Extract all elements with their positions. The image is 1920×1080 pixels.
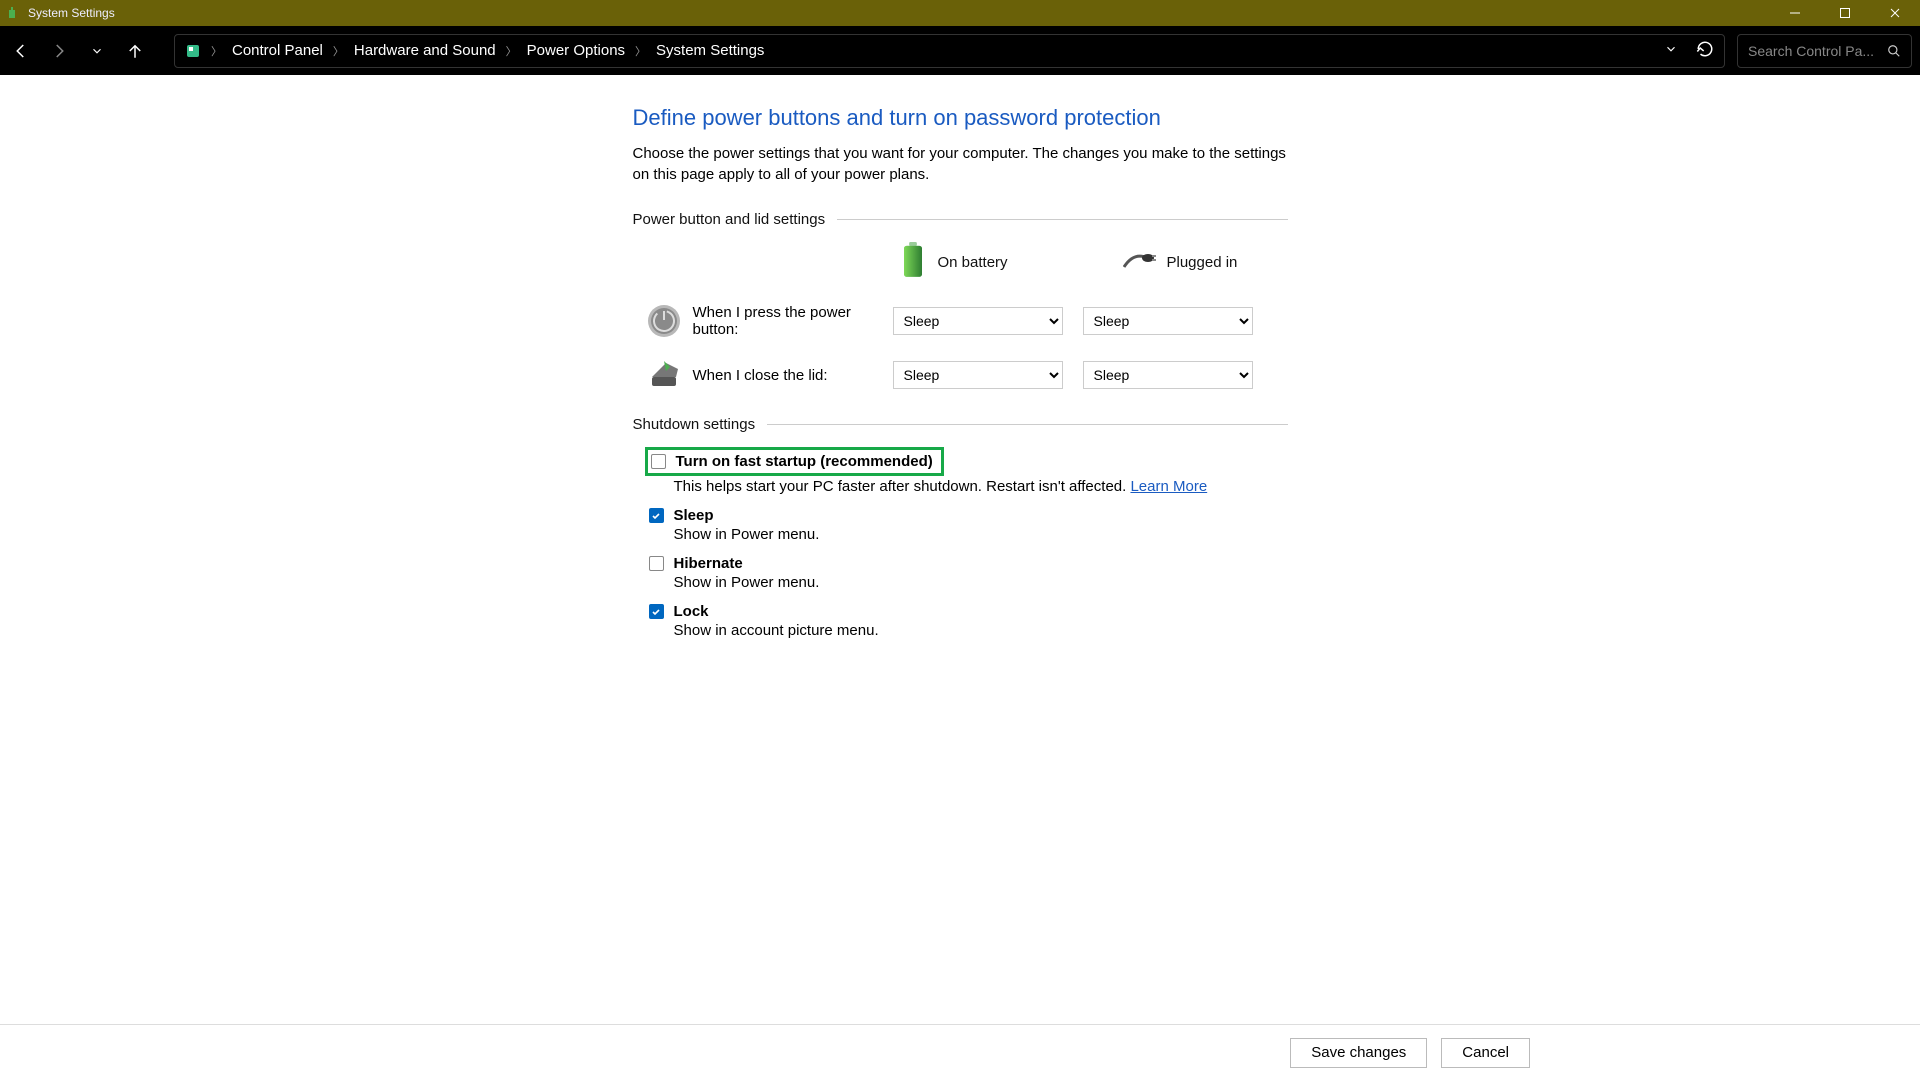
column-plugged-in: Plugged in: [1123, 249, 1288, 275]
lid-icon: [645, 356, 683, 394]
page-description: Choose the power settings that you want …: [633, 143, 1288, 185]
app-icon: [6, 6, 20, 20]
sleep-desc: Show in Power menu.: [674, 526, 1288, 543]
column-label: On battery: [938, 254, 1008, 271]
breadcrumb-item[interactable]: Control Panel: [232, 42, 323, 59]
address-bar[interactable]: 〉 Control Panel 〉 Hardware and Sound 〉 P…: [174, 34, 1725, 68]
section-power-lid: Power button and lid settings: [633, 211, 1288, 228]
column-label: Plugged in: [1167, 254, 1238, 271]
column-on-battery: On battery: [898, 242, 1063, 282]
page-title: Define power buttons and turn on passwor…: [633, 105, 1288, 131]
section-shutdown: Shutdown settings: [633, 416, 1288, 433]
column-headers: On battery Plugged in: [898, 242, 1288, 282]
chevron-right-icon: 〉: [211, 43, 222, 59]
search-input[interactable]: Search Control Pa...: [1737, 34, 1912, 68]
checkbox-label: Hibernate: [674, 555, 743, 572]
checkbox-label: Sleep: [674, 507, 714, 524]
hibernate-desc: Show in Power menu.: [674, 574, 1288, 591]
cancel-button[interactable]: Cancel: [1441, 1038, 1530, 1068]
content-area: Define power buttons and turn on passwor…: [0, 75, 1920, 1024]
close-lid-plugged-select[interactable]: Do nothingSleepHibernateShut down: [1083, 361, 1253, 389]
chevron-right-icon: 〉: [333, 43, 344, 59]
power-button-on-battery-select[interactable]: Do nothingSleepHibernateShut down: [893, 307, 1063, 335]
shutdown-hibernate: Hibernate Show in Power menu.: [649, 555, 1288, 591]
section-label: Power button and lid settings: [633, 211, 826, 228]
row-power-button: When I press the power button: Do nothin…: [633, 302, 1288, 340]
close-button[interactable]: [1870, 0, 1920, 26]
chevron-right-icon: 〉: [506, 43, 517, 59]
save-button[interactable]: Save changes: [1290, 1038, 1427, 1068]
sleep-checkbox[interactable]: [649, 508, 664, 523]
row-label: When I press the power button:: [693, 304, 893, 338]
checkbox-label: Turn on fast startup (recommended): [676, 453, 933, 470]
search-icon: [1887, 44, 1901, 58]
fast-startup-desc: This helps start your PC faster after sh…: [674, 478, 1288, 495]
addr-dropdown-icon[interactable]: [1664, 42, 1678, 60]
row-close-lid: When I close the lid: Do nothingSleepHib…: [633, 356, 1288, 394]
battery-icon: [898, 242, 928, 282]
breadcrumb-item[interactable]: System Settings: [656, 42, 764, 59]
power-icon: [645, 302, 683, 340]
close-lid-on-battery-select[interactable]: Do nothingSleepHibernateShut down: [893, 361, 1063, 389]
search-placeholder: Search Control Pa...: [1748, 43, 1887, 59]
shutdown-sleep: Sleep Show in Power menu.: [649, 507, 1288, 543]
shutdown-lock: Lock Show in account picture menu.: [649, 603, 1288, 639]
fast-startup-checkbox[interactable]: [651, 454, 666, 469]
section-label: Shutdown settings: [633, 416, 756, 433]
title-bar: System Settings: [0, 0, 1920, 26]
highlight-box: Turn on fast startup (recommended): [645, 447, 944, 476]
learn-more-link[interactable]: Learn More: [1130, 478, 1207, 495]
shutdown-fast-startup: Turn on fast startup (recommended) This …: [649, 447, 1288, 495]
control-panel-icon: [185, 43, 201, 59]
lock-desc: Show in account picture menu.: [674, 622, 1288, 639]
recent-dropdown[interactable]: [84, 38, 110, 64]
chevron-right-icon: 〉: [635, 43, 646, 59]
row-label: When I close the lid:: [693, 367, 893, 384]
minimize-button[interactable]: [1770, 0, 1820, 26]
plug-icon: [1123, 249, 1157, 275]
lock-checkbox[interactable]: [649, 604, 664, 619]
checkbox-label: Lock: [674, 603, 709, 620]
power-button-plugged-select[interactable]: Do nothingSleepHibernateShut down: [1083, 307, 1253, 335]
forward-button[interactable]: [46, 38, 72, 64]
nav-bar: 〉 Control Panel 〉 Hardware and Sound 〉 P…: [0, 26, 1920, 75]
hibernate-checkbox[interactable]: [649, 556, 664, 571]
refresh-button[interactable]: [1696, 40, 1714, 62]
breadcrumb-item[interactable]: Hardware and Sound: [354, 42, 496, 59]
back-button[interactable]: [8, 38, 34, 64]
breadcrumb-item[interactable]: Power Options: [527, 42, 625, 59]
window-title: System Settings: [28, 6, 115, 20]
maximize-button[interactable]: [1820, 0, 1870, 26]
up-button[interactable]: [122, 38, 148, 64]
footer: Save changes Cancel: [0, 1024, 1920, 1080]
